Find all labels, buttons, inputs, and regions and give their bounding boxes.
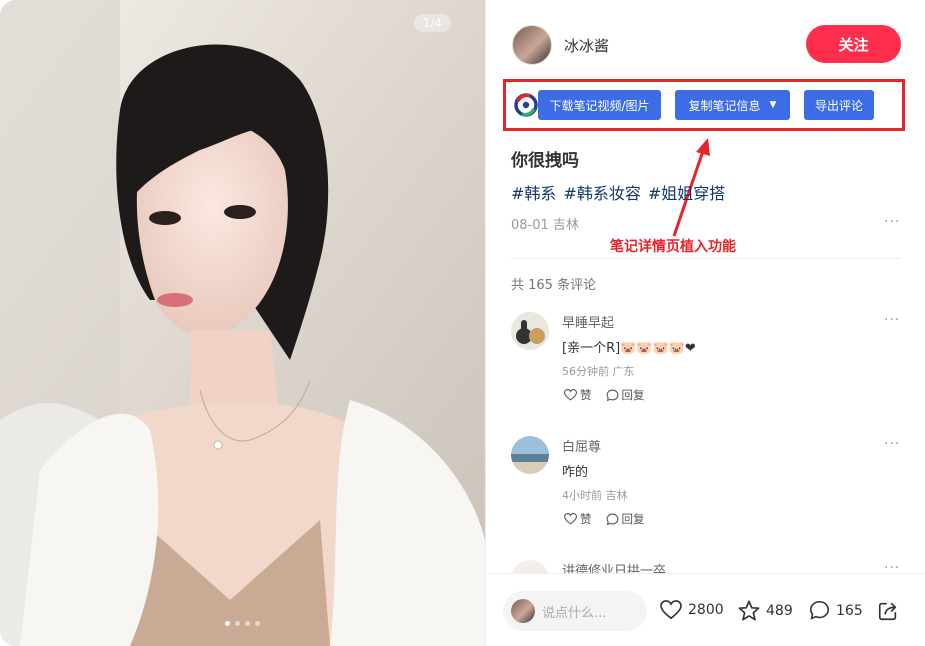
reply-button[interactable]: 回复 [606,511,645,527]
chat-bubble-icon [809,600,830,620]
interaction-bar: 说点什么... 2800 489 165 [486,573,925,646]
copy-note-info-label: 复制笔记信息 [688,98,761,113]
collect-count-button[interactable]: 489 [738,600,793,621]
star-icon [738,600,760,621]
note-tags: #韩系 #韩系妆容 #姐姐穿搭 [511,180,732,204]
comment-avatar[interactable] [511,436,549,474]
chat-bubble-icon [606,513,618,525]
pagination-dot[interactable] [225,621,230,626]
comment-actions: 赞 回复 [564,511,645,527]
note-detail-view: 1/4 冰冰酱 关注 下载笔记视频/图片 复制笔记信息 ▼ 导出评论 你很拽吗 … [0,0,925,646]
annotation-label: 笔记详情页植入功能 [610,239,736,255]
image-page-indicator: 1/4 [413,14,451,32]
download-media-button[interactable]: 下载笔记视频/图片 [538,90,661,120]
heart-icon [564,513,577,525]
comment-more-icon[interactable]: ··· [884,312,900,328]
chat-bubble-icon [606,389,618,401]
divider [511,258,901,259]
note-image[interactable]: 1/4 [0,0,485,646]
note-side-panel: 冰冰酱 关注 下载笔记视频/图片 复制笔记信息 ▼ 导出评论 你很拽吗 #韩系 … [485,0,925,646]
author-avatar[interactable] [512,25,552,65]
pagination-dot[interactable] [255,621,260,626]
comment-meta: 56分钟前 广东 [562,365,635,378]
export-comments-button[interactable]: 导出评论 [804,90,874,120]
comment-avatar-image [511,436,549,474]
tag-link[interactable]: #姐姐穿搭 [648,184,725,203]
export-comments-label: 导出评论 [814,98,863,113]
note-date-location: 08-01 吉林 [511,218,579,233]
note-more-icon[interactable]: ··· [884,214,900,230]
pagination-dot[interactable] [245,621,250,626]
image-pagination-dots [0,621,485,626]
tag-link[interactable]: #韩系 [511,184,556,203]
author-name[interactable]: 冰冰酱 [564,35,609,56]
follow-button[interactable]: 关注 [806,25,901,63]
user-avatar [511,599,535,623]
comment-actions: 赞 回复 [564,387,645,403]
comment-text: [亲一个R]🐷🐷🐷🐷❤ [562,341,696,356]
share-icon [878,602,897,621]
comment-count-button[interactable]: 165 [809,600,863,621]
like-count-button[interactable]: 2800 [660,600,724,620]
author-info[interactable]: 冰冰酱 [512,25,609,65]
heart-icon [660,600,682,620]
tag-link[interactable]: #韩系妆容 [563,184,640,203]
comment-meta: 4小时前 吉林 [562,489,628,502]
share-button[interactable] [877,600,899,622]
heart-icon [564,389,577,401]
reply-button[interactable]: 回复 [606,387,645,403]
comment-input[interactable]: 说点什么... [503,591,647,631]
like-label: 赞 [580,388,592,402]
reply-label: 回复 [621,512,645,526]
comment-text: 咋的 [562,465,589,480]
comment-avatar[interactable] [511,312,549,350]
like-label: 赞 [580,512,592,526]
portrait-image [0,0,485,646]
collect-count: 489 [766,602,793,619]
plugin-logo-icon [514,93,538,117]
comment-count: 共 165 条评论 [511,278,597,293]
comment-author[interactable]: 白屈尊 [562,436,601,455]
pagination-dot[interactable] [235,621,240,626]
copy-note-info-button[interactable]: 复制笔记信息 ▼ [675,90,790,120]
comment-author[interactable]: 早睡早起 [562,312,614,331]
plugin-toolbar: 下载笔记视频/图片 复制笔记信息 ▼ 导出评论 [503,79,905,131]
comment-avatar-image [511,312,549,350]
comment-count-value: 165 [836,602,863,619]
comment-input-placeholder: 说点什么... [542,605,607,621]
download-media-label: 下载笔记视频/图片 [549,98,650,113]
reply-label: 回复 [621,388,645,402]
note-title: 你很拽吗 [511,151,579,171]
like-count: 2800 [688,602,724,618]
like-button[interactable]: 赞 [564,511,592,527]
chevron-down-icon: ▼ [769,100,777,110]
like-button[interactable]: 赞 [564,387,592,403]
comment-more-icon[interactable]: ··· [884,436,900,452]
